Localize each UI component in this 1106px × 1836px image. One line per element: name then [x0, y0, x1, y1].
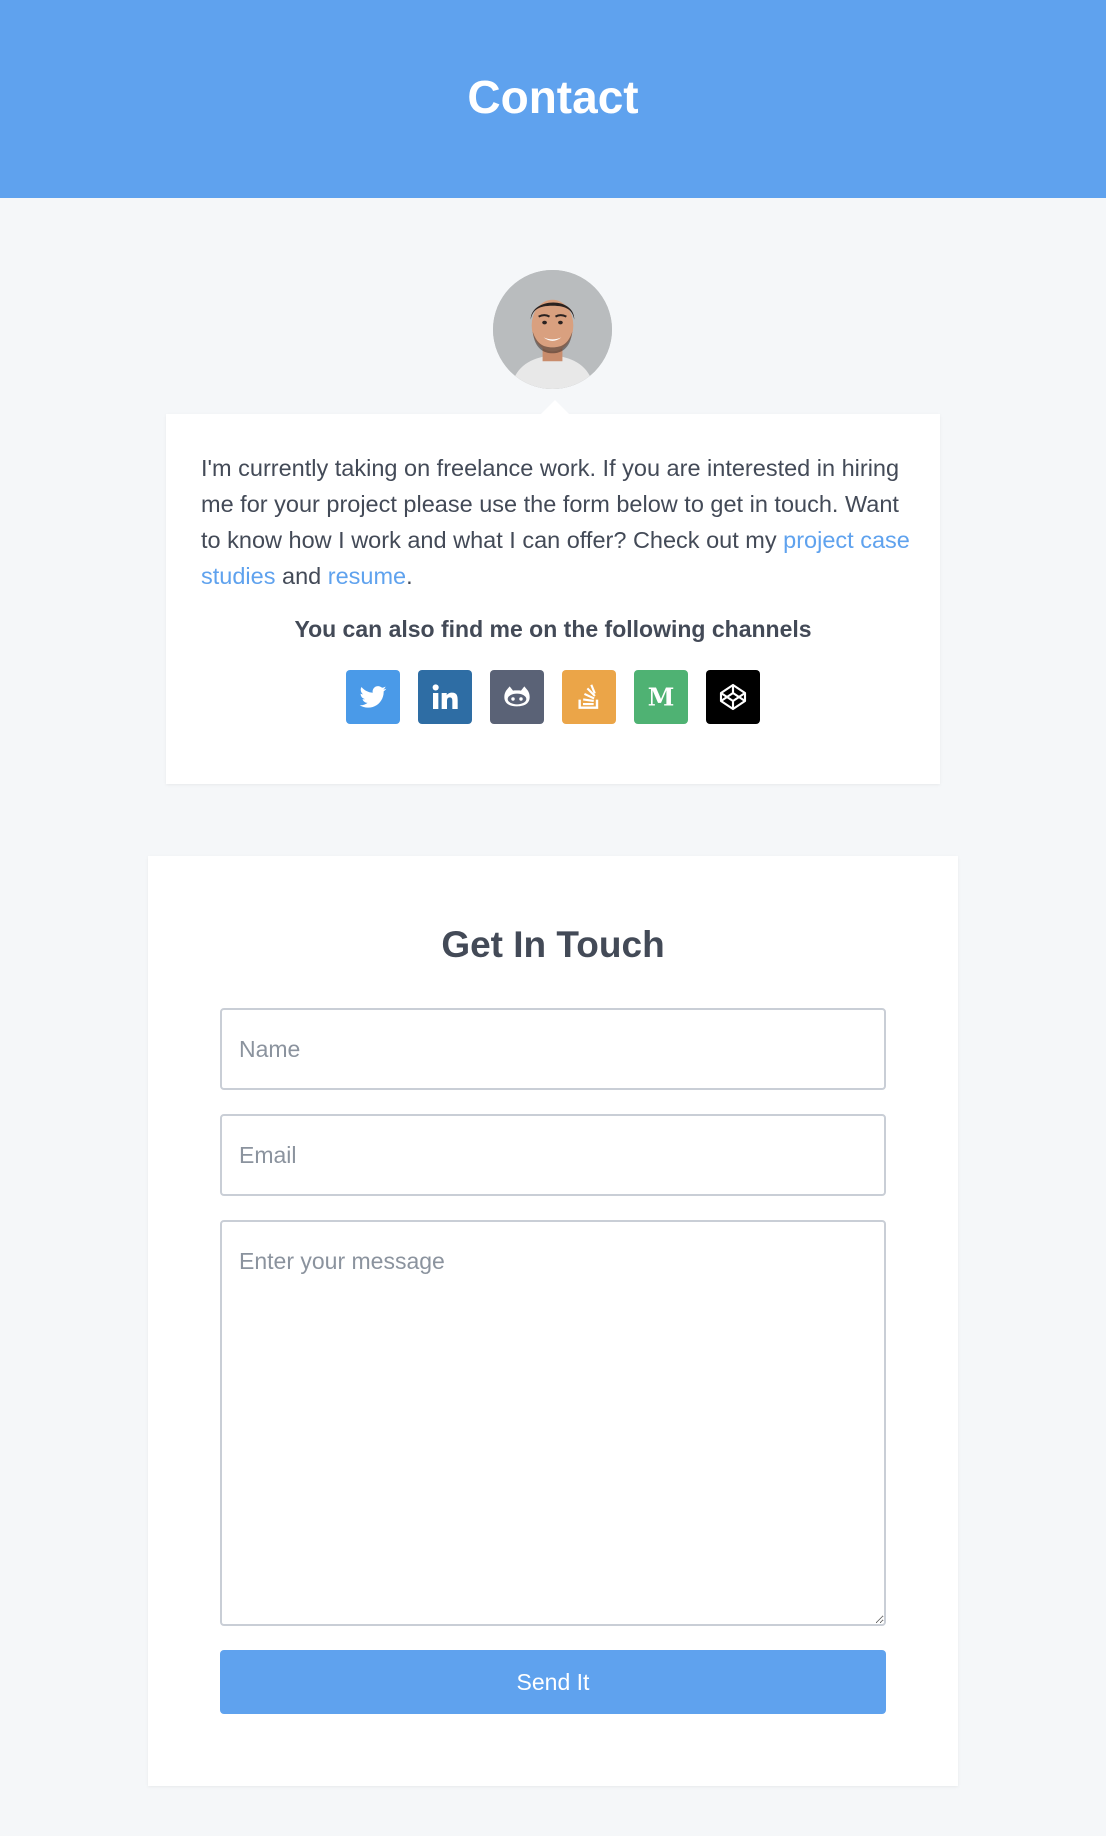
intro-text-end: . — [406, 563, 413, 589]
form-title: Get In Touch — [441, 924, 665, 965]
svg-text:M: M — [648, 683, 675, 712]
contact-form-card: Get In Touch Send It — [148, 856, 958, 1786]
social-links: M — [166, 670, 940, 724]
email-field[interactable] — [220, 1114, 886, 1196]
github-icon — [504, 686, 530, 707]
codepen-icon — [719, 683, 747, 711]
medium-link[interactable]: M — [634, 670, 688, 724]
medium-icon: M — [648, 683, 675, 712]
name-field[interactable] — [220, 1008, 886, 1090]
intro-text-and: and — [275, 563, 328, 589]
avatar — [493, 270, 612, 389]
linkedin-link[interactable] — [418, 670, 472, 724]
codepen-link[interactable] — [706, 670, 760, 724]
stackoverflow-icon — [578, 684, 599, 709]
page-header: Contact — [0, 0, 1106, 198]
intro-card: I'm currently taking on freelance work. … — [166, 400, 940, 784]
message-field[interactable] — [220, 1220, 886, 1626]
github-link[interactable] — [490, 670, 544, 724]
resume-link[interactable]: resume — [328, 563, 406, 589]
intro-paragraph: I'm currently taking on freelance work. … — [201, 450, 911, 594]
profile-photo — [493, 270, 612, 389]
card-pointer — [541, 400, 569, 414]
channels-heading: You can also find me on the following ch… — [294, 616, 812, 642]
page-title: Contact — [467, 71, 639, 123]
stackoverflow-link[interactable] — [562, 670, 616, 724]
linkedin-icon — [432, 684, 458, 709]
send-button[interactable]: Send It — [220, 1650, 886, 1714]
twitter-icon — [359, 686, 387, 708]
twitter-link[interactable] — [346, 670, 400, 724]
